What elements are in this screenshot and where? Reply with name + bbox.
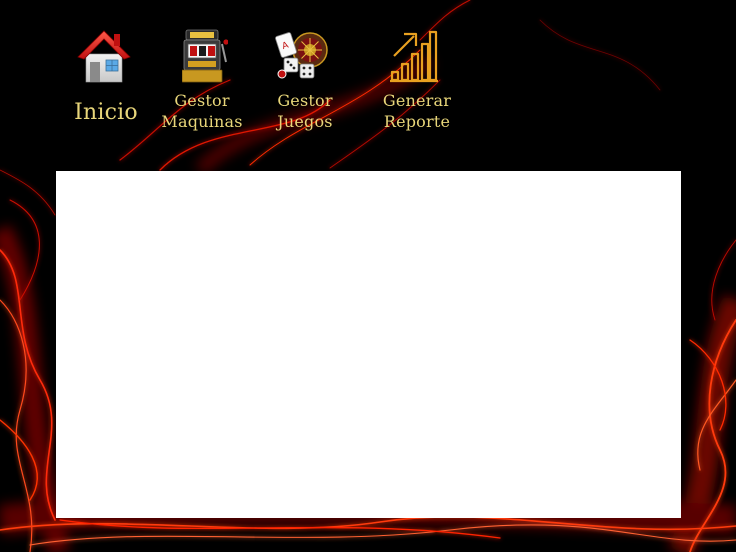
slot-machine-icon [182, 29, 228, 83]
casino-games-icon: A [275, 32, 328, 79]
nav-label-generar-reporte: Generar Reporte [382, 91, 452, 131]
content-panel [56, 171, 681, 518]
nav-label-inicio: Inicio [74, 100, 138, 125]
nav-item-gestor-juegos[interactable]: A Gestor Juegos [262, 26, 348, 136]
nav-label-gestor-maquinas: Gestor Maquinas [161, 91, 243, 131]
nav-item-gestor-maquinas[interactable]: Gestor Maquinas [158, 26, 246, 136]
home-icon [77, 30, 131, 83]
nav-item-inicio[interactable]: Inicio [70, 26, 142, 136]
nav-label-gestor-juegos: Gestor Juegos [277, 91, 333, 131]
report-chart-icon [390, 30, 438, 83]
nav-item-generar-reporte[interactable]: Generar Reporte [372, 26, 462, 136]
main-nav: Inicio Gestor Maquinas A Gestor Juegos G… [0, 0, 736, 160]
